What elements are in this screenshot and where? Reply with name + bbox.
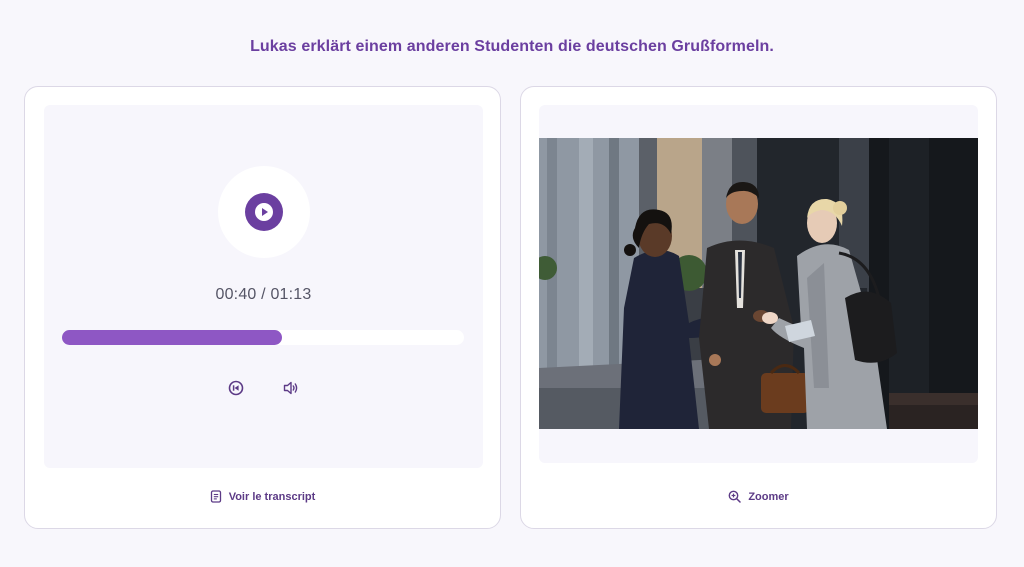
- document-icon: [210, 490, 221, 503]
- audio-card: 00:40 / 01:13 Voir le transcript: [24, 86, 501, 529]
- volume-icon: [283, 381, 298, 395]
- page-title: Lukas erklärt einem anderen Studenten di…: [250, 38, 774, 55]
- zoom-in-icon: [728, 490, 742, 503]
- transcript-link-label: Voir le transcript: [228, 490, 316, 503]
- play-button[interactable]: [245, 193, 283, 231]
- volume-button[interactable]: [281, 378, 301, 398]
- view-transcript-link[interactable]: Voir le transcript: [25, 490, 500, 503]
- image-panel: [539, 105, 978, 463]
- progress-fill: [62, 330, 283, 345]
- zoom-link[interactable]: Zoomer: [521, 490, 996, 503]
- rewind-icon: [228, 380, 244, 396]
- progress-bar[interactable]: [62, 330, 464, 345]
- scene-photo: [539, 138, 978, 429]
- audio-player: 00:40 / 01:13: [44, 105, 483, 468]
- rewind-button[interactable]: [226, 378, 246, 398]
- zoom-link-label: Zoomer: [748, 490, 789, 503]
- time-display: 00:40 / 01:13: [215, 286, 312, 303]
- handshake-scene-image: [539, 138, 978, 429]
- play-icon: [255, 203, 273, 221]
- play-button-halo: [218, 166, 310, 258]
- image-card: Zoomer: [520, 86, 997, 529]
